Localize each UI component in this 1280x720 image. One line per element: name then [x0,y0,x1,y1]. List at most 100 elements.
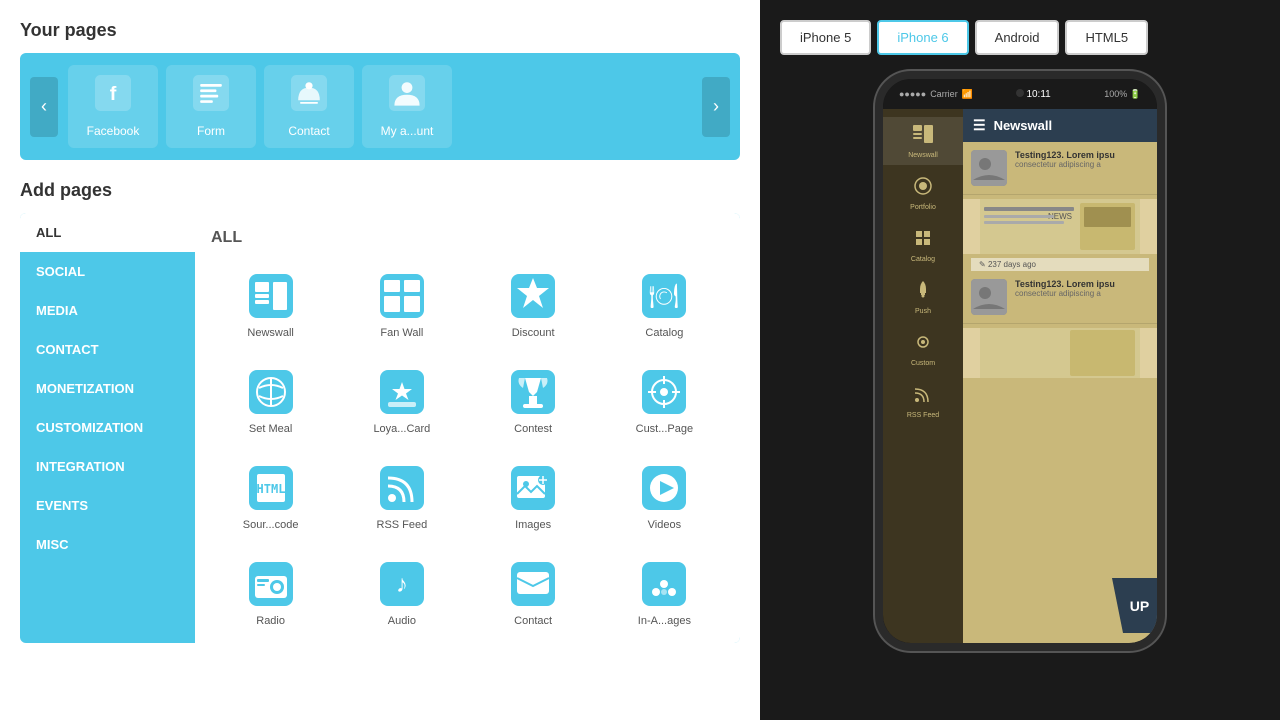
category-events[interactable]: EVENTS [20,486,195,525]
category-contact[interactable]: CONTACT [20,330,195,369]
sidebar-newswall-icon [912,123,934,150]
news-item-2[interactable]: NEWS ✎ 237 days ago [963,199,1157,271]
content-all-title: ALL [211,229,724,247]
sidebar-portfolio[interactable]: Portfolio [883,169,963,217]
right-panel: iPhone 5 iPhone 6 Android HTML5 ●●●●● Ca… [760,0,1280,720]
audio-icon: ♪ [377,559,427,609]
iphone5-button[interactable]: iPhone 5 [780,20,871,55]
category-customization[interactable]: CUSTOMIZATION [20,408,195,447]
iphone6-button[interactable]: iPhone 6 [877,20,968,55]
app-icon-images[interactable]: Images [474,455,593,539]
images-label: Images [515,519,551,531]
discount-icon [508,271,558,321]
news-bottom-image [963,328,1157,378]
your-pages-title: Your pages [20,20,740,41]
categories-sidebar: ALL SOCIAL MEDIA CONTACT MONETIZATION CU… [20,213,195,643]
app-icon-radio[interactable]: Radio [211,551,330,635]
app-icon-catalog[interactable]: 🍽 Catalog [605,263,724,347]
edit-icon: ✎ [979,260,986,269]
news-desc-3: consectetur adipiscing a [1015,289,1149,298]
radio-icon [246,559,296,609]
app-icon-loyalcard[interactable]: Loya...Card [342,359,461,443]
page-item-contact[interactable]: Contact [264,65,354,148]
category-misc[interactable]: MISC [20,525,195,564]
app-icon-contest[interactable]: Contest [474,359,593,443]
sidebar-custom[interactable]: Custom [883,325,963,373]
app-icon-custompage[interactable]: Cust...Page [605,359,724,443]
pages-next-button[interactable]: › [702,77,730,137]
images-icon [508,463,558,513]
carrier-label: Carrier [930,89,958,99]
page-item-form[interactable]: Form [166,65,256,148]
page-label-facebook: Facebook [87,124,140,138]
catalog-icon: 🍽 [639,271,689,321]
left-panel: Your pages ‹ f Facebook [0,0,760,720]
html5-button[interactable]: HTML5 [1065,20,1148,55]
sidebar-portfolio-label: Portfolio [910,204,936,211]
sidebar-catalog-label: Catalog [911,256,935,263]
sidebar-newswall-label: Newswall [908,152,938,159]
contest-label: Contest [514,423,552,435]
page-label-form: Form [197,124,225,138]
category-all[interactable]: ALL [20,213,195,252]
setmeal-icon [246,367,296,417]
inapp-icon [639,559,689,609]
category-social[interactable]: SOCIAL [20,252,195,291]
page-item-account[interactable]: My a...unt [362,65,452,148]
app-icon-inapp[interactable]: In-A...ages [605,551,724,635]
custompage-label: Cust...Page [636,423,693,435]
news-text-3: Testing123. Lorem ipsu consectetur adipi… [1015,279,1149,298]
news-title-3: Testing123. Lorem ipsu [1015,279,1149,289]
app-icon-fanwall[interactable]: Fan Wall [342,263,461,347]
app-icon-videos[interactable]: Videos [605,455,724,539]
sourcecode-icon: HTML [246,463,296,513]
category-media[interactable]: MEDIA [20,291,195,330]
sidebar-catalog[interactable]: Catalog [883,221,963,269]
app-icon-setmeal[interactable]: Set Meal [211,359,330,443]
app-icon-contact2[interactable]: Contact [474,551,593,635]
contact2-label: Contact [514,615,552,627]
phone-inner: ●●●●● Carrier 📶 10:11 100% 🔋 [883,79,1157,643]
loyalcard-label: Loya...Card [373,423,430,435]
category-monetization[interactable]: MONETIZATION [20,369,195,408]
news-desc-1: consectetur adipiscing a [1015,160,1149,169]
sidebar-push-label: Push [915,308,931,315]
sidebar-rss[interactable]: RSS Feed [883,377,963,425]
sourcecode-label: Sour...code [243,519,299,531]
sidebar-custom-icon [912,331,934,358]
sidebar-push[interactable]: Push [883,273,963,321]
svg-text:♪: ♪ [396,571,408,598]
contact-icon [291,75,327,118]
news-item-1[interactable]: Testing123. Lorem ipsu consectetur adipi… [963,142,1157,195]
fanwall-label: Fan Wall [380,327,423,339]
android-button[interactable]: Android [975,20,1060,55]
svg-text:🍽: 🍽 [649,283,679,310]
time-display: 10:11 [1026,89,1050,100]
category-integration[interactable]: INTEGRATION [20,447,195,486]
pages-prev-button[interactable]: ‹ [30,77,58,137]
battery-status: 100% 🔋 [1104,89,1141,100]
phone-content: ☰ Newswall Testing123. Lorem ipsu [963,109,1157,643]
add-pages-content: ALL Newswall Fan Wall [195,213,740,643]
discount-label: Discount [512,327,555,339]
phone-outer: ●●●●● Carrier 📶 10:11 100% 🔋 [875,71,1165,651]
app-icon-audio[interactable]: ♪ Audio [342,551,461,635]
sidebar-newswall[interactable]: Newswall [883,117,963,165]
sidebar-rss-label: RSS Feed [907,412,939,419]
newswall-icon [246,271,296,321]
app-icon-newswall[interactable]: Newswall [211,263,330,347]
setmeal-label: Set Meal [249,423,292,435]
app-icon-discount[interactable]: Discount [474,263,593,347]
news-item-3[interactable]: Testing123. Lorem ipsu consectetur adipi… [963,271,1157,324]
catalog-label: Catalog [645,327,683,339]
custompage-icon [639,367,689,417]
videos-icon [639,463,689,513]
phone-screen: Newswall Portfolio Catal [883,109,1157,643]
rssfeed-label: RSS Feed [377,519,428,531]
facebook-icon: f [95,75,131,118]
app-icon-sourcecode[interactable]: HTML Sour...code [211,455,330,539]
news-thumb-1 [971,150,1007,186]
page-item-facebook[interactable]: f Facebook [68,65,158,148]
inapp-label: In-A...ages [638,615,691,627]
app-icon-rssfeed[interactable]: RSS Feed [342,455,461,539]
